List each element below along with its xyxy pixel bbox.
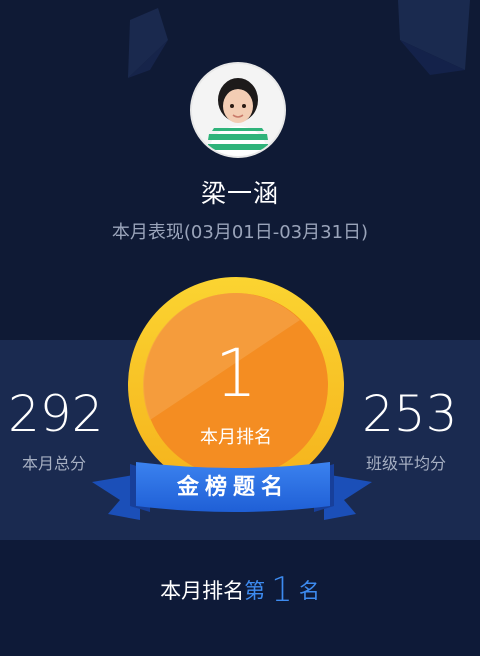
rank-summary-suffix: 名 (298, 579, 320, 603)
ribbon-text: 金榜题名 (176, 475, 289, 500)
ranking-screen: 梁一涵 本月表现(03月01日-03月31日) 292 本月总分 253 班级平… (0, 0, 480, 656)
rank-summary-prefix: 本月排名 (160, 579, 245, 603)
rank-summary-di: 第 (244, 579, 266, 603)
medal-rank-label: 本月排名 (200, 427, 272, 448)
rank-summary-number: 1 (271, 570, 293, 610)
rank-summary: 本月排名第 1 名 (0, 570, 480, 611)
medal-rank-number: 1 (215, 335, 257, 412)
